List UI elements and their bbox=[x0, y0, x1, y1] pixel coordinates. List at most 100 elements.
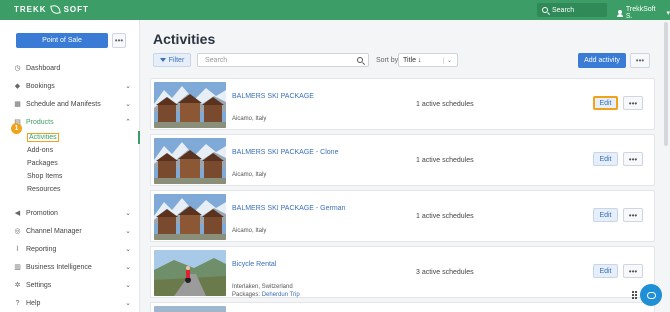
sidebar-item-label: Schedule and Manifests bbox=[26, 100, 101, 108]
logo-text-left: TREKK bbox=[14, 5, 47, 14]
chevron-down-icon: ▾ bbox=[666, 10, 670, 17]
user-icon bbox=[617, 9, 623, 17]
activity-row: BALMERS SKI PACKAGE Aicamo, Italy 1 acti… bbox=[150, 78, 655, 130]
chevron-down-icon: ⌄ bbox=[125, 228, 131, 235]
mountain-chalet-image bbox=[154, 82, 226, 128]
activity-thumbnail bbox=[154, 306, 226, 312]
activity-location: Aicamo, Italy bbox=[232, 116, 267, 122]
add-activity-button[interactable]: Add activity bbox=[578, 53, 626, 68]
leaf-icon bbox=[49, 4, 61, 15]
pos-more-button[interactable]: ••• bbox=[112, 33, 126, 48]
calendar-icon: ▦ bbox=[14, 100, 21, 108]
chevron-down-icon: ⌄ bbox=[125, 282, 131, 289]
edit-button[interactable]: Edit bbox=[593, 264, 618, 278]
user-menu[interactable]: TrekkSoft S. ▾ bbox=[617, 6, 670, 20]
mountain-chalet-image bbox=[154, 138, 226, 184]
sidebar-subitem-label: Add-ons bbox=[27, 147, 54, 154]
sidebar-item-help[interactable]: ? Help ⌄ bbox=[0, 294, 140, 312]
sort-by-label: Sort by bbox=[376, 57, 399, 64]
activity-image bbox=[154, 306, 226, 312]
point-of-sale-button[interactable]: Point of Sale bbox=[16, 33, 108, 48]
globe-icon: ◎ bbox=[14, 227, 21, 235]
sidebar-item-label: Help bbox=[26, 299, 41, 307]
sidebar-subitem-label: Packages bbox=[27, 160, 58, 167]
filter-button[interactable]: Filter bbox=[153, 53, 191, 67]
edit-button[interactable]: Edit bbox=[593, 152, 618, 166]
bi-icon: ▥ bbox=[14, 263, 21, 271]
sidebar-subitem-packages[interactable]: Packages bbox=[0, 157, 140, 170]
edit-button[interactable]: Edit bbox=[593, 96, 618, 110]
row-more-button[interactable]: ••• bbox=[623, 208, 643, 222]
sidebar-item-label: Channel Manager bbox=[26, 227, 82, 235]
sort-select[interactable]: Title ↓ ⌄ bbox=[398, 53, 458, 67]
activity-row: Bicycle Rental Interlaken, Switzerland P… bbox=[150, 246, 655, 298]
chat-bubble-icon bbox=[646, 291, 656, 299]
grid-dots-icon[interactable] bbox=[632, 291, 638, 299]
sort-value: Title ↓ bbox=[403, 56, 422, 64]
activity-schedules: 3 active schedules bbox=[416, 269, 474, 276]
sidebar-item-label: Dashboard bbox=[26, 64, 61, 72]
row-more-button[interactable]: ••• bbox=[623, 96, 643, 110]
activity-name-link[interactable]: BALMERS SKI PACKAGE - Clone bbox=[232, 149, 338, 156]
sidebar-item-bookings[interactable]: ◆ Bookings ⌄ bbox=[0, 77, 140, 95]
sidebar-item-schedule[interactable]: ▦ Schedule and Manifests ⌄ bbox=[0, 95, 140, 113]
activity-thumbnail bbox=[154, 250, 226, 296]
add-more-button[interactable]: ••• bbox=[630, 53, 650, 68]
gear-icon: ✲ bbox=[14, 281, 21, 289]
chevron-down-icon: ⌄ bbox=[125, 210, 131, 217]
chevron-down-icon: ⌄ bbox=[125, 264, 131, 271]
global-search-label: Search bbox=[552, 6, 575, 14]
sidebar-item-business-intelligence[interactable]: ▥ Business Intelligence ⌄ bbox=[0, 258, 140, 276]
sidebar-item-reporting[interactable]: ⌇ Reporting ⌄ bbox=[0, 240, 140, 258]
activity-schedules: 1 active schedules bbox=[416, 213, 474, 220]
activity-name-link[interactable]: BALMERS SKI PACKAGE - German bbox=[232, 205, 345, 212]
row-more-button[interactable]: ••• bbox=[623, 152, 643, 166]
bicycle-road-image bbox=[154, 250, 226, 296]
sidebar-item-dashboard[interactable]: ◷ Dashboard bbox=[0, 59, 140, 77]
chevron-up-icon: ⌃ bbox=[125, 119, 131, 126]
sidebar-item-label: Bookings bbox=[26, 82, 55, 90]
activity-schedules: 1 active schedules bbox=[416, 157, 474, 164]
activity-location: Aicamo, Italy bbox=[232, 172, 267, 178]
chevron-down-icon: ⌄ bbox=[125, 83, 131, 90]
sidebar-subitem-shop-items[interactable]: Shop Items bbox=[0, 170, 140, 183]
activity-location: Aicamo, Italy bbox=[232, 228, 267, 234]
global-search[interactable]: Search bbox=[537, 3, 607, 17]
mountain-chalet-image bbox=[154, 194, 226, 240]
activity-row: BALMERS SKI PACKAGE - German Aicamo, Ita… bbox=[150, 190, 655, 242]
sidebar-item-channel-manager[interactable]: ◎ Channel Manager ⌄ bbox=[0, 222, 140, 240]
activity-schedules: 1 active schedules bbox=[416, 101, 474, 108]
activity-row: BALMERS SKI PACKAGE - Clone Aicamo, Ital… bbox=[150, 134, 655, 186]
search-input[interactable]: Search bbox=[197, 53, 369, 67]
top-bar: TREKK SOFT Search TrekkSoft S. ▾ bbox=[0, 0, 670, 20]
dashboard-icon: ◷ bbox=[14, 64, 21, 72]
sidebar-item-settings[interactable]: ✲ Settings ⌄ bbox=[0, 276, 140, 294]
chat-button[interactable] bbox=[640, 284, 662, 306]
trekksoft-logo[interactable]: TREKK SOFT bbox=[14, 4, 89, 15]
chevron-down-icon: ⌄ bbox=[125, 300, 131, 307]
sidebar-subitem-label: Shop Items bbox=[27, 173, 63, 180]
activity-thumbnail bbox=[154, 82, 226, 128]
activity-name-link[interactable]: BALMERS SKI PACKAGE bbox=[232, 93, 314, 100]
sidebar-subitem-activities[interactable]: Activities bbox=[0, 131, 140, 144]
sidebar-subitem-label: Activities bbox=[27, 133, 59, 142]
row-more-button[interactable]: ••• bbox=[623, 264, 643, 278]
activity-name-link[interactable]: Bicycle Rental bbox=[232, 261, 276, 268]
activity-thumbnail bbox=[154, 138, 226, 184]
scrollbar[interactable] bbox=[664, 22, 668, 146]
sidebar-subitem-resources[interactable]: Resources bbox=[0, 183, 140, 196]
chevron-down-icon: ⌄ bbox=[125, 101, 131, 108]
package-link[interactable]: Deherdun Trip bbox=[262, 292, 300, 298]
search-placeholder: Search bbox=[205, 56, 228, 64]
sidebar-subitem-addons[interactable]: Add-ons bbox=[0, 144, 140, 157]
active-indicator bbox=[138, 131, 140, 144]
edit-button[interactable]: Edit bbox=[593, 208, 618, 222]
tag-icon: ◆ bbox=[14, 82, 21, 90]
logo-text-right: SOFT bbox=[63, 5, 89, 14]
activity-row-partial bbox=[150, 302, 655, 312]
sidebar-item-promotion[interactable]: ◀ Promotion ⌄ bbox=[0, 204, 140, 222]
packages-label: Packages: bbox=[232, 292, 261, 298]
activity-thumbnail bbox=[154, 194, 226, 240]
sidebar-nav: ◷ Dashboard ◆ Bookings ⌄ ▦ Schedule and … bbox=[0, 59, 140, 312]
filter-label: Filter bbox=[168, 56, 185, 64]
